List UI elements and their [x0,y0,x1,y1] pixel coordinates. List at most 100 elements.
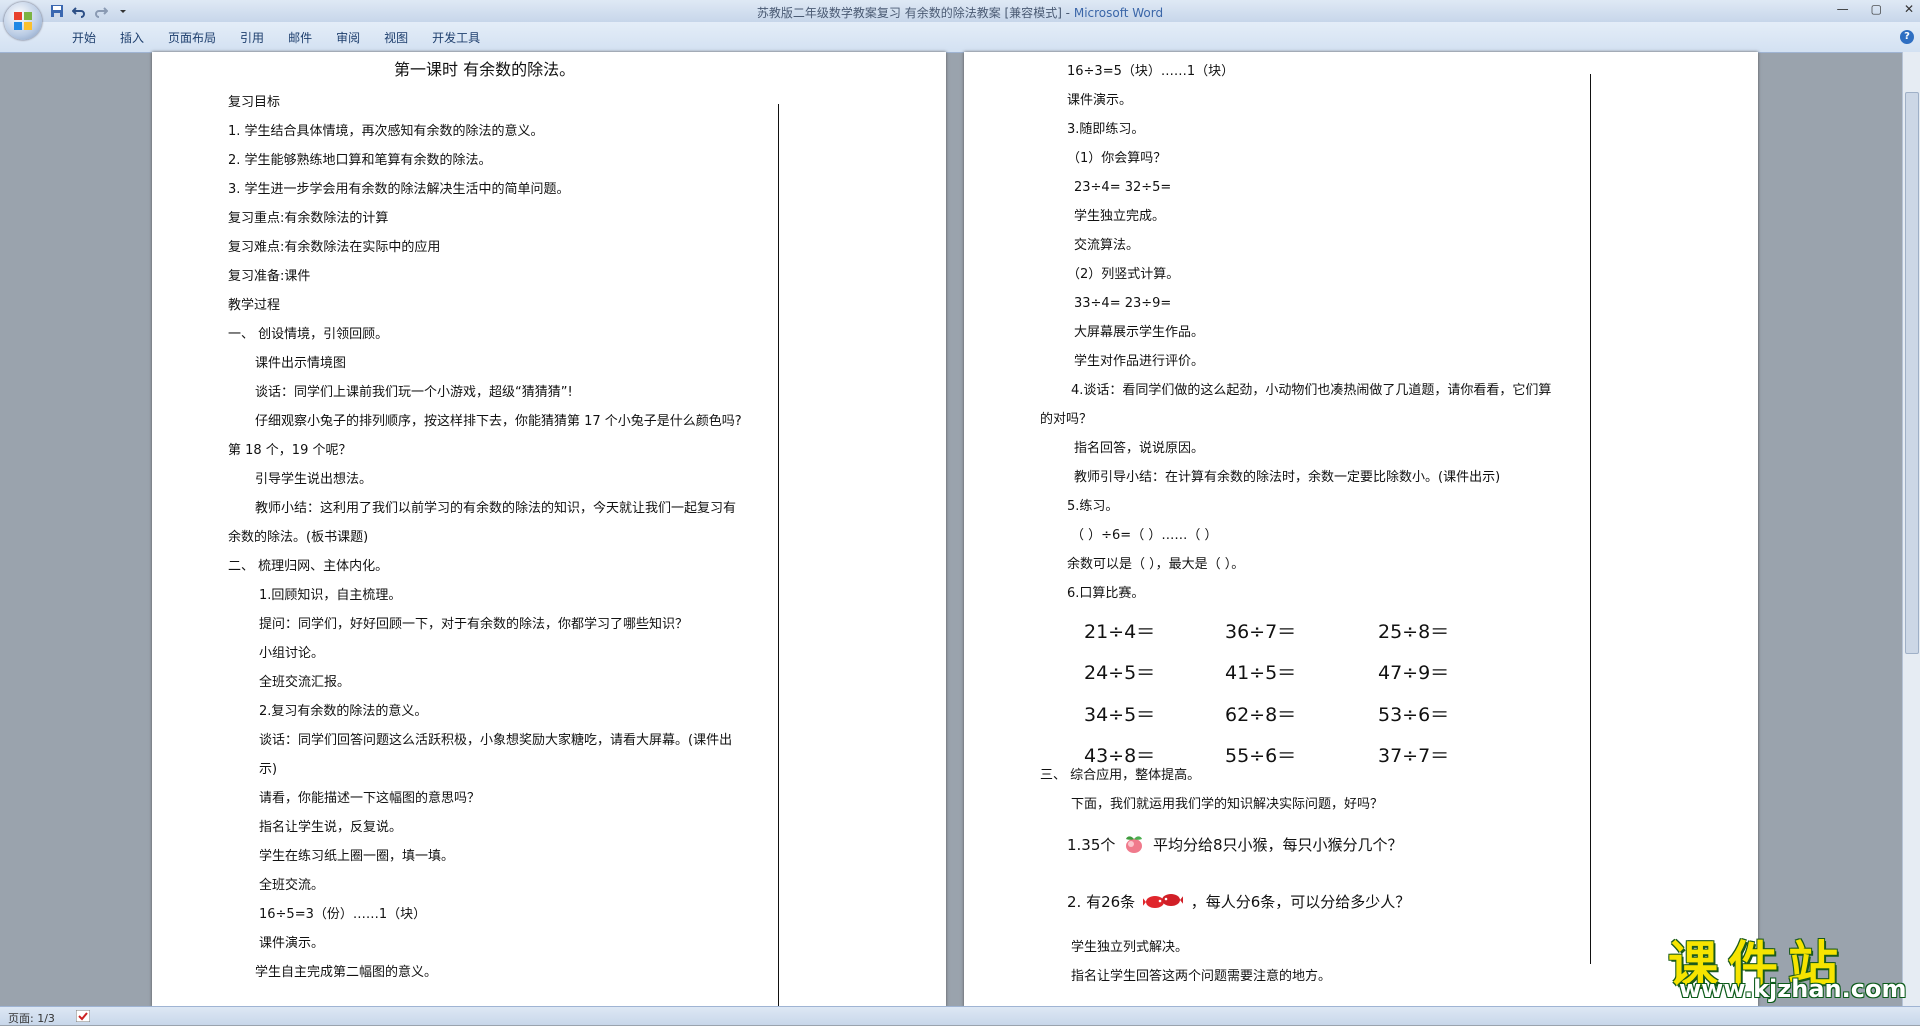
ribbon: 开始 插入 页面布局 引用 邮件 审阅 视图 开发工具 ? [0,22,1920,53]
tab-developer[interactable]: 开发工具 [420,29,492,46]
ribbon-tabs: 开始 插入 页面布局 引用 邮件 审阅 视图 开发工具 [60,29,492,46]
oral-problem: 62÷8＝ [1225,704,1297,726]
doc-line: 学生自主完成第二幅图的意义。 [255,965,438,980]
tab-view[interactable]: 视图 [372,29,420,46]
doc-line: 小组讨论。 [259,646,325,661]
window-controls: — ▢ ✕ [1837,2,1914,16]
proofing-icon[interactable] [76,1010,90,1022]
oral-problem: 37÷7＝ [1378,745,1450,767]
doc-line: 下面，我们就运用我们学的知识解决实际问题，好吗？ [1071,797,1384,812]
tab-mailings[interactable]: 邮件 [276,29,324,46]
doc-line: 余数可以是（ ），最大是（ ）。 [1067,557,1245,572]
doc-line: 1. 学生结合具体情境，再次感知有余数的除法的意义。 [228,124,544,139]
doc-line: 仔细观察小兔子的排列顺序，按这样排下去，你能猜猜第 17 个小兔子是什么颜色吗? [255,414,742,429]
doc-line: 请看，你能描述一下这幅图的意思吗？ [259,791,481,806]
page-count[interactable]: 页面: 1/3 [8,1010,55,1026]
minimize-button[interactable]: — [1837,2,1849,16]
oral-problem: 53÷6＝ [1378,704,1450,726]
doc-line: 谈话：同学们上课前我们玩一个小游戏，超级“猜猜猜”! [255,385,573,400]
maximize-button[interactable]: ▢ [1871,2,1882,16]
doc-line: 示) [259,762,278,777]
tab-home[interactable]: 开始 [60,29,108,46]
doc-line: 一、 创设情境，引领回顾。 [228,327,389,342]
doc-line: 课件出示情境图 [255,356,347,371]
tab-page-layout[interactable]: 页面布局 [156,29,228,46]
table-border-line [1590,74,1591,964]
word-problem-1: 1.35个 平均分给8只小猴，每只小猴分几个？ [1067,836,1403,854]
doc-line: 交流算法。 [1074,238,1140,253]
doc-line: 全班交流。 [259,878,325,893]
word-problem-2: 2. 有26条 ，每人分6条，可以分给多少人？ [1067,890,1410,912]
doc-line: 全班交流汇报。 [259,675,351,690]
fish-icon [1141,894,1184,908]
oral-problem: 36÷7＝ [1225,621,1297,643]
doc-line: 教师小结：这利用了我们以前学习的有余数的除法的知识，今天就让我们一起复习有 [255,501,737,516]
tab-review[interactable]: 审阅 [324,29,372,46]
doc-line: 2. 学生能够熟练地口算和笔算有余数的除法。 [228,153,492,168]
window-title: 苏教版二年级数学教案复习 有余数的除法教案 [兼容模式] - Microsoft… [756,6,1164,20]
doc-line: 第 18 个，19 个呢？ [228,443,352,458]
doc-line: 复习难点:有余数除法在实际中的应用 [228,240,441,255]
oral-problem: 43÷8＝ [1084,745,1156,767]
doc-line: （2）列竖式计算。 [1067,267,1180,282]
doc-line: 余数的除法。(板书课题) [228,530,369,545]
title-bar: 苏教版二年级数学教案复习 有余数的除法教案 [兼容模式] - Microsoft… [0,0,1920,23]
peach-icon [1126,836,1143,853]
doc-line: 复习重点:有余数除法的计算 [228,211,389,226]
oral-problem: 41÷5＝ [1225,662,1297,684]
oral-problem: 25÷8＝ [1378,621,1450,643]
oral-problem: 24÷5＝ [1084,662,1156,684]
doc-line: 提问：同学们，好好回顾一下，对于有余数的除法，你都学习了哪些知识？ [259,617,689,632]
doc-line: 16÷5=3（份）……1（块） [259,907,427,922]
doc-line: 课件演示。 [259,936,325,951]
tab-insert[interactable]: 插入 [108,29,156,46]
doc-line: 大屏幕展示学生作品。 [1074,325,1205,340]
doc-line: 教学过程 [228,298,281,313]
doc-line: 指名让学生说，反复说。 [259,820,403,835]
doc-line: 二、 梳理归网、主体内化。 [228,559,389,574]
scrollbar-thumb[interactable] [1905,92,1919,654]
doc-line: 教师引导小结：在计算有余数的除法时，余数一定要比除数小。(课件出示) [1074,470,1501,485]
doc-line: 5.练习。 [1067,499,1119,514]
doc-line: 复习准备:课件 [228,269,311,284]
status-bar: 页面: 1/3 [0,1006,1920,1025]
watermark-url: www.kjzhan.com [1679,975,1907,1003]
tab-references[interactable]: 引用 [228,29,276,46]
office-button[interactable] [4,2,42,40]
document-page-2[interactable]: 16÷3=5（块）……1（块） 课件演示。 3.随即练习。 （1）你会算吗？ 2… [964,52,1758,1007]
doc-line: 引导学生说出想法。 [255,472,373,487]
lesson-title: 第一课时 有余数的除法。 [394,60,576,79]
doc-line: 学生独立列式解决。 [1071,940,1189,955]
doc-line: 指名回答，说说原因。 [1074,441,1205,456]
doc-line: 的对吗？ [1040,412,1093,427]
doc-line: 3. 学生进一步学会用有余数的除法解决生活中的简单问题。 [228,182,570,197]
table-border-line [778,104,779,1007]
doc-line: 23÷4= 32÷5= [1074,180,1172,195]
doc-line: 复习目标 [228,95,281,110]
doc-line: 4.谈话：看同学们做的这么起劲，小动物们也凑热闹做了几道题，请你看看，它们算 [1071,383,1552,398]
close-button[interactable]: ✕ [1904,2,1914,16]
doc-line: 2.复习有余数的除法的意义。 [259,704,428,719]
doc-line: 学生在练习纸上圈一圈，填一填。 [259,849,455,864]
doc-line: 16÷3=5（块）……1（块） [1067,64,1235,79]
doc-line: 33÷4= 23÷9= [1074,296,1172,311]
doc-line: 三、 综合应用，整体提高。 [1040,768,1201,783]
oral-problem: 47÷9＝ [1378,662,1450,684]
vertical-scrollbar[interactable] [1902,52,1920,1007]
doc-line: （ ）÷6=（ ）……（ ） [1071,528,1218,543]
doc-line: （1）你会算吗？ [1067,151,1167,166]
oral-problem: 21÷4＝ [1084,621,1156,643]
doc-line: 3.随即练习。 [1067,122,1145,137]
doc-line: 1.回顾知识，自主梳理。 [259,588,402,603]
doc-line: 学生对作品进行评价。 [1074,354,1205,369]
oral-problem: 34÷5＝ [1084,704,1156,726]
doc-line: 谈话：同学们回答问题这么活跃积极，小象想奖励大家糖吃，请看大屏幕。(课件出 [259,733,733,748]
doc-line: 指名让学生回答这两个问题需要注意的地方。 [1071,969,1332,984]
office-logo-icon [14,12,32,30]
oral-problem: 55÷6＝ [1225,745,1297,767]
doc-line: 6.口算比赛。 [1067,586,1145,601]
help-icon[interactable]: ? [1900,30,1914,44]
document-page-1[interactable]: 第一课时 有余数的除法。 复习目标 1. 学生结合具体情境，再次感知有余数的除法… [152,52,946,1007]
doc-line: 学生独立完成。 [1074,209,1166,224]
doc-line: 课件演示。 [1067,93,1133,108]
